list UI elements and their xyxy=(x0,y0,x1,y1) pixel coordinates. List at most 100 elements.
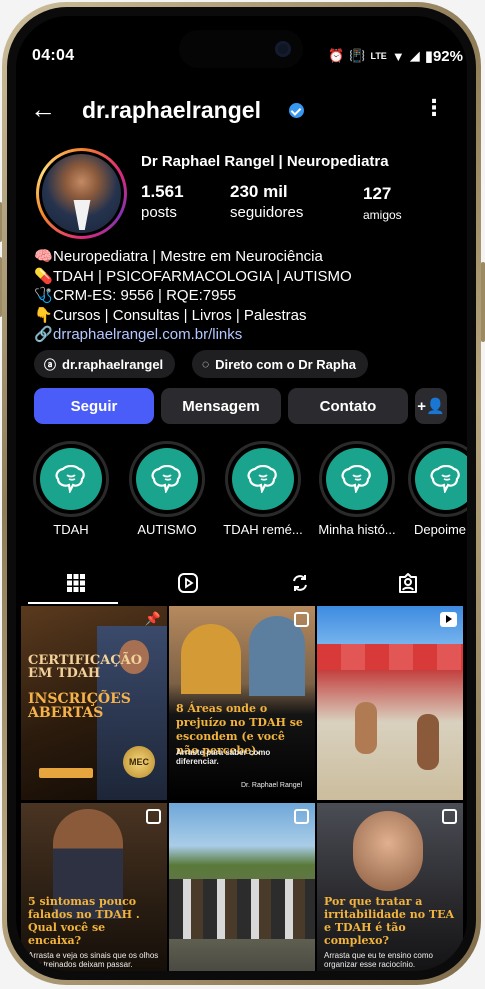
post-subtitle: Arrasta que eu te ensino como organizar … xyxy=(324,951,433,969)
post-subtitle: INSCRIÇÕES ABERTAS xyxy=(28,691,131,721)
profile-tabs xyxy=(16,562,467,604)
add-friend-icon[interactable]: +👤 xyxy=(415,388,447,424)
battery-icon: ▮92% xyxy=(424,48,463,65)
tagged-icon xyxy=(399,573,417,593)
post-title: Por que tratar a irritabilidade no TEA e… xyxy=(324,895,454,947)
bio-line: 👇Cursos | Consultas | Livros | Palestras xyxy=(34,306,464,326)
brain-emoji-icon: 🧠 xyxy=(34,248,53,265)
highlight-label: TDAH remé... xyxy=(223,522,303,537)
follow-button[interactable]: Seguir xyxy=(34,388,154,424)
child-face-photo xyxy=(353,811,423,891)
bio-line-text: TDAH | PSICOFARMACOLOGIA | AUTISMO xyxy=(53,267,352,285)
mec-seal: MEC xyxy=(123,746,155,778)
highlight-item[interactable]: Depoime xyxy=(408,441,467,537)
bio-line: 🧠Neuropediatra | Mestre em Neurociência xyxy=(34,247,464,267)
post-title: 5 sintomas pouco falados no TDAH . Qual … xyxy=(28,895,140,947)
contact-button[interactable]: Contato xyxy=(288,388,408,424)
app-screen: 04:04 ⏰ 📳 LTE ▼ ◢ ▮92% ← dr.raphaelrange… xyxy=(16,16,467,971)
brain-icon xyxy=(341,465,371,493)
status-icons: ⏰ 📳 LTE ▼ ◢ ▮92% xyxy=(328,47,463,65)
volume-down-button xyxy=(0,257,2,317)
channel-chip[interactable]: ◌ Direto com o Dr Rapha xyxy=(192,350,368,378)
tab-grid[interactable] xyxy=(22,562,130,604)
bio-line: 🩺CRM-ES: 9556 | RQE:7955 xyxy=(34,286,464,306)
profile-display-name: Dr Raphael Rangel | Neuropediatra xyxy=(141,153,389,170)
brain-icon xyxy=(55,465,85,493)
bio-line: 💊TDAH | PSICOFARMACOLOGIA | AUTISMO xyxy=(34,267,464,287)
stethoscope-emoji-icon: 🩺 xyxy=(34,287,53,304)
dynamic-island xyxy=(179,30,303,68)
crowd-photo xyxy=(169,879,315,939)
stat-friends-label: amigos xyxy=(363,208,402,222)
phone-frame: 04:04 ⏰ 📳 LTE ▼ ◢ ▮92% ← dr.raphaelrange… xyxy=(0,2,485,985)
post-tile[interactable]: Por que tratar a irritabilidade no TEA e… xyxy=(317,803,463,971)
profile-topbar: ← dr.raphaelrangel ⋮ xyxy=(16,94,467,126)
wifi-icon: ▼ xyxy=(391,48,405,64)
bio-line-text: Cursos | Consultas | Livros | Palestras xyxy=(53,306,307,324)
bio-link[interactable]: 🔗drraphaelrangel.com.br/links xyxy=(34,325,464,345)
pointing-hand-emoji-icon: 👇 xyxy=(34,306,53,324)
pill-emoji-icon: 💊 xyxy=(34,267,53,285)
repost-icon xyxy=(293,575,307,591)
camera-icon xyxy=(275,41,291,57)
profile-username: dr.raphaelrangel xyxy=(82,97,261,123)
power-button xyxy=(481,262,485,342)
message-button[interactable]: Mensagem xyxy=(161,388,281,424)
post-tile[interactable]: 5 sintomas pouco falados no TDAH . Qual … xyxy=(21,803,167,971)
post-subtitle: Arraste para saber como diferenciar. xyxy=(176,748,271,766)
highlight-label: TDAH xyxy=(53,522,89,537)
tab-tagged[interactable] xyxy=(354,562,462,604)
more-options-icon[interactable]: ⋮ xyxy=(423,97,445,119)
post-tile[interactable]: CERTIFICAÇÃO EM TDAH INSCRIÇÕES ABERTAS … xyxy=(21,606,167,800)
stat-followers-label: seguidores xyxy=(230,204,304,221)
alarm-icon: ⏰ xyxy=(328,48,345,63)
grid-icon xyxy=(67,574,85,592)
stat-followers-value: 230 mil xyxy=(230,182,288,201)
channel-chip-label: Direto com o Dr Rapha xyxy=(215,356,356,372)
brain-icon xyxy=(430,465,460,493)
threads-chip[interactable]: ⓐ dr.raphaelrangel xyxy=(34,350,176,378)
status-time: 04:04 xyxy=(32,47,75,64)
signal-icon: ◢ xyxy=(409,48,420,63)
avatar-story-ring[interactable] xyxy=(36,148,127,239)
carousel-icon xyxy=(146,809,161,824)
stat-friends-value: 127 xyxy=(363,184,392,203)
highlight-item[interactable]: TDAH remé... xyxy=(222,441,304,537)
highlight-item[interactable]: Minha histó... xyxy=(316,441,398,537)
post-tile[interactable] xyxy=(317,606,463,800)
carousel-icon xyxy=(294,809,309,824)
stat-posts-label: posts xyxy=(141,204,177,221)
bio-line-text: Neuropediatra | Mestre em Neurociência xyxy=(53,248,323,265)
tab-reels[interactable] xyxy=(134,562,242,604)
highlight-label: Minha histó... xyxy=(318,522,396,537)
back-arrow-icon[interactable]: ← xyxy=(30,96,56,122)
post-subtitle: Arrasta e veja os sinais que os olhos nã… xyxy=(28,951,159,969)
bio-line-text: CRM-ES: 9556 | RQE:7955 xyxy=(53,287,237,304)
bio-link-text: drraphaelrangel.com.br/links xyxy=(53,326,243,343)
stat-friends[interactable]: 127 amigos xyxy=(363,184,402,222)
highlight-item[interactable]: AUTISMO xyxy=(126,441,208,537)
carousel-icon xyxy=(294,612,309,627)
stat-followers[interactable]: 230 mil seguidores xyxy=(230,182,303,221)
highlight-label: AUTISMO xyxy=(137,522,197,537)
child-figure xyxy=(417,714,439,770)
threads-chip-label: dr.raphaelrangel xyxy=(62,356,164,372)
child-figure xyxy=(355,702,377,754)
vibrate-icon: 📳 xyxy=(349,48,366,63)
post-tile[interactable]: 8 Áreas onde o prejuízo no TDAH se escon… xyxy=(169,606,315,800)
highlight-label: Depoime xyxy=(414,522,467,537)
verified-badge-icon xyxy=(289,103,304,118)
tab-reposts[interactable] xyxy=(246,562,354,604)
stat-posts[interactable]: 1.561 posts xyxy=(141,182,184,221)
post-tile[interactable] xyxy=(169,803,315,971)
threads-icon: ⓐ xyxy=(44,357,57,372)
adult-photo xyxy=(249,616,305,696)
link-icon: 🔗 xyxy=(34,326,53,343)
post-footer: Dr. Raphael Rangel xyxy=(241,782,303,789)
stat-posts-value: 1.561 xyxy=(141,182,184,201)
reel-icon xyxy=(440,612,457,627)
highlight-item[interactable]: TDAH xyxy=(30,441,112,537)
status-bar: 04:04 ⏰ 📳 LTE ▼ ◢ ▮92% xyxy=(16,16,467,68)
post-title: CERTIFICAÇÃO EM TDAH xyxy=(28,653,143,681)
child-photo xyxy=(181,624,241,694)
